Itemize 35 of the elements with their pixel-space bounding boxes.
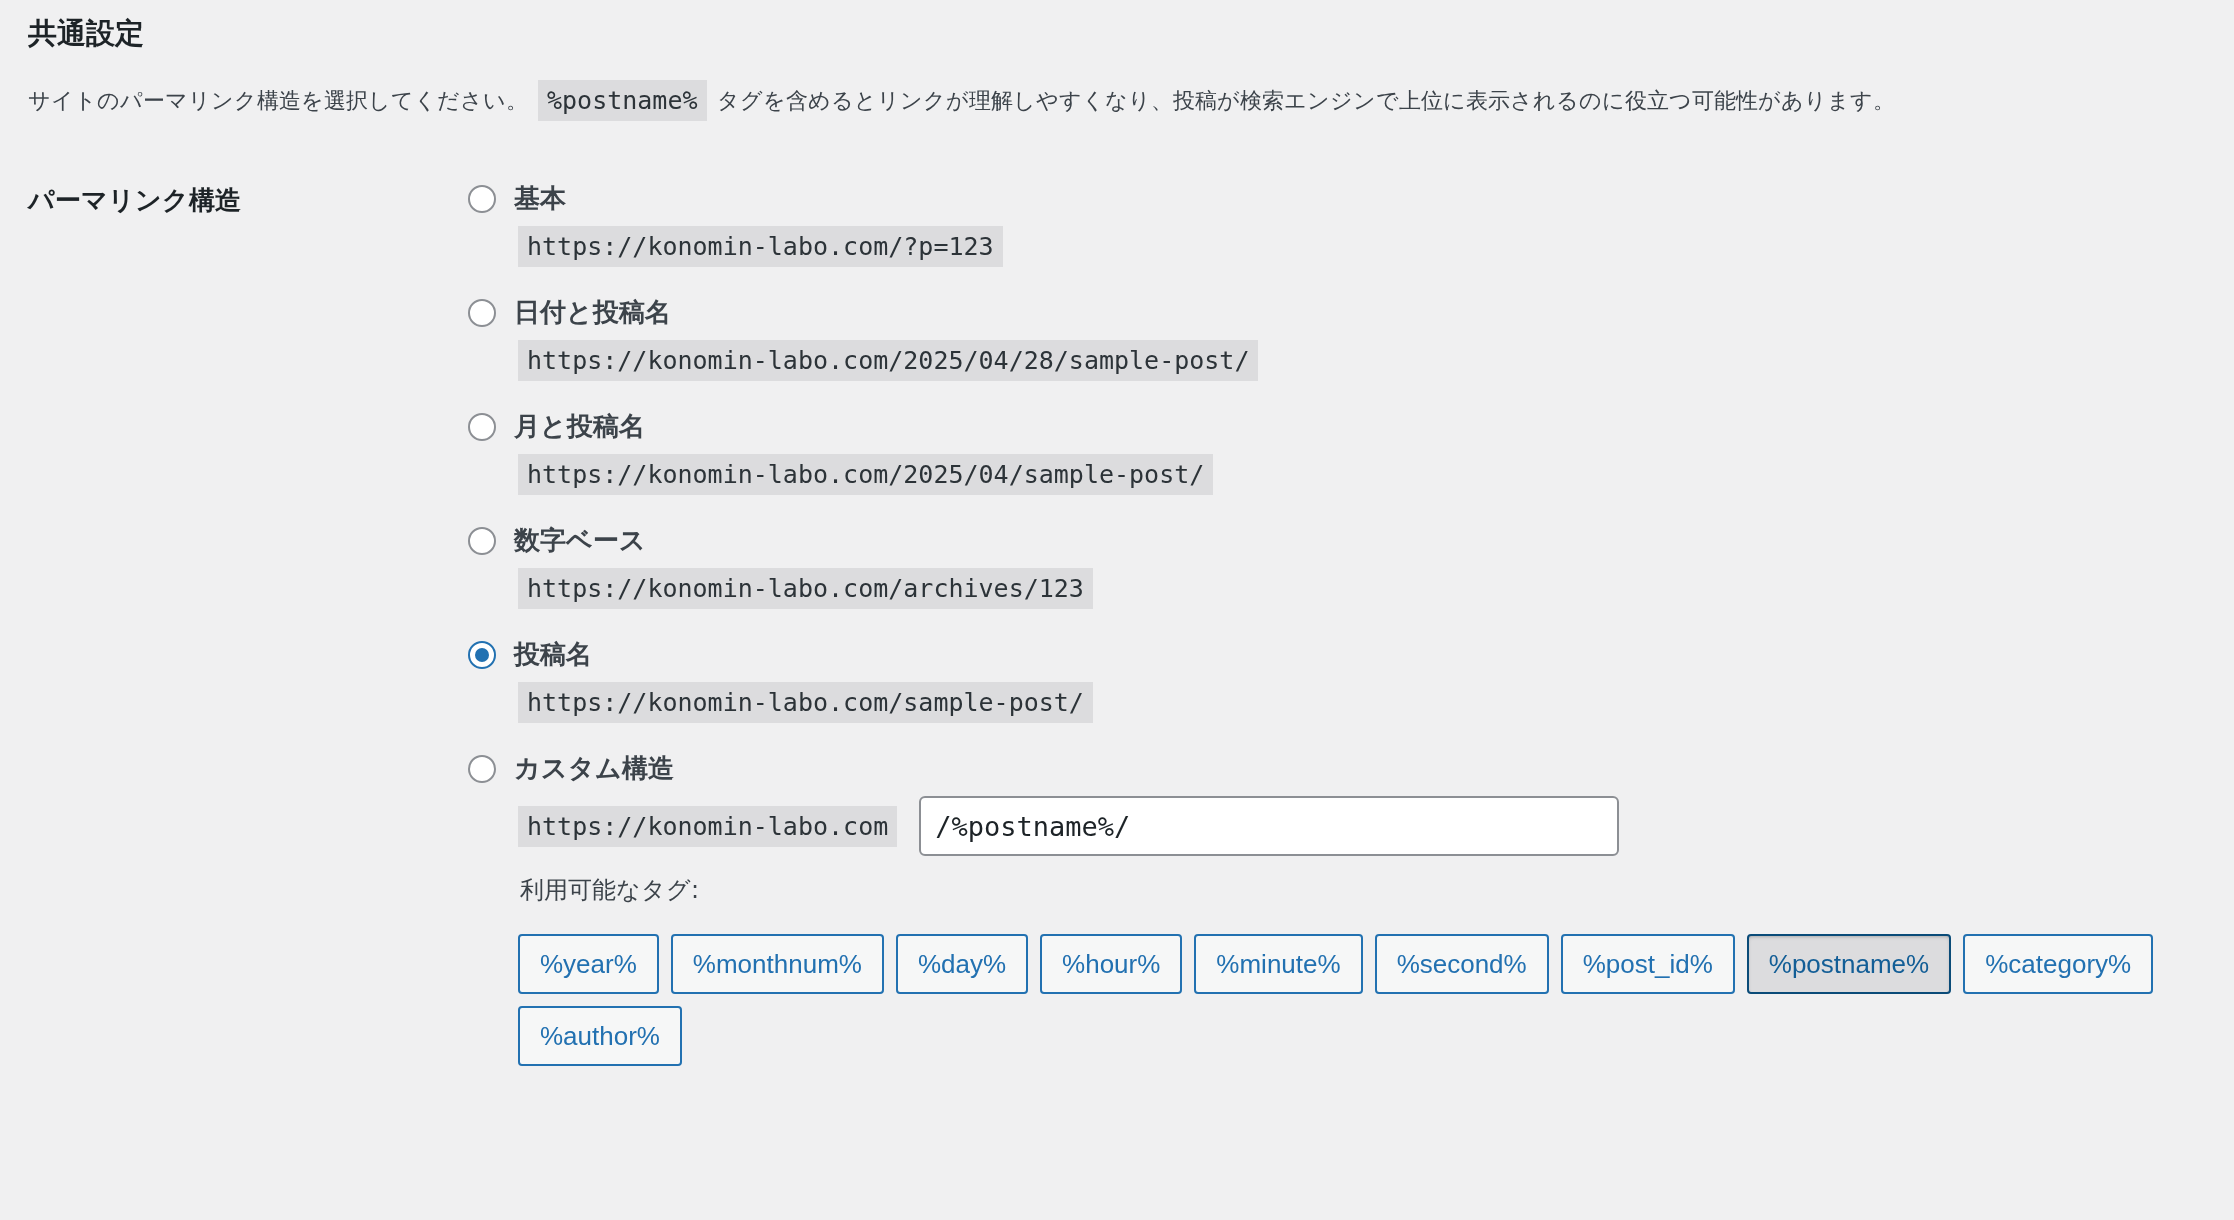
tags-label: 利用可能なタグ: xyxy=(520,875,700,906)
tag-button[interactable]: %postname% xyxy=(1746,934,1952,994)
radio-button[interactable] xyxy=(468,184,496,213)
custom-structure-field[interactable]: /%postname%/ xyxy=(919,796,1620,856)
radio-button[interactable] xyxy=(468,640,496,669)
tag-button[interactable]: %hour% xyxy=(1040,934,1183,994)
field-label: パーマリンク構造 xyxy=(28,184,242,217)
tag-button[interactable]: %year% xyxy=(518,934,659,994)
tag-button[interactable]: %minute% xyxy=(1194,934,1363,994)
url-example: https://konomin-labo.com/archives/123 xyxy=(518,568,1093,609)
radio-button[interactable] xyxy=(468,754,496,783)
url-example: https://konomin-labo.com/2025/04/sample-post/ xyxy=(518,454,1214,495)
radio-button[interactable] xyxy=(468,298,496,327)
url-example: https://konomin-labo.com/sample-post/ xyxy=(518,682,1093,723)
tag-button[interactable]: %category% xyxy=(1963,934,2154,994)
tag-button[interactable]: %monthnum% xyxy=(670,934,884,994)
section-title: 共通設定 xyxy=(28,15,145,52)
url-example: https://konomin-labo.com/2025/04/28/sample-post/ xyxy=(518,340,1259,381)
option-label[interactable]: 日付と投稿名 xyxy=(514,295,671,330)
option-label[interactable]: 数字ベース xyxy=(514,523,646,558)
url-example: https://konomin-labo.com/?p=123 xyxy=(518,226,1003,267)
option-label[interactable]: 投稿名 xyxy=(514,637,592,672)
tag-button[interactable]: %post_id% xyxy=(1560,934,1735,994)
option-label[interactable]: 基本 xyxy=(514,181,566,216)
description-text: タグを含めるとリンクが理解しやすくなり、投稿が検索エンジンで上位に表示されるのに役立つ可能性があります。 xyxy=(716,86,1895,115)
code-snippet: %postname% xyxy=(538,80,707,121)
tag-button[interactable]: %second% xyxy=(1374,934,1549,994)
tag-button[interactable]: %author% xyxy=(518,1006,682,1066)
radio-button[interactable] xyxy=(468,526,496,555)
option-label[interactable]: 月と投稿名 xyxy=(514,409,645,444)
description-text: サイトのパーマリンク構造を選択してください。 xyxy=(28,86,528,115)
radio-button[interactable] xyxy=(468,412,496,441)
tag-button[interactable]: %day% xyxy=(895,934,1029,994)
url-prefix: https://konomin-labo.com xyxy=(518,805,898,847)
option-label[interactable]: カスタム構造 xyxy=(514,751,674,786)
